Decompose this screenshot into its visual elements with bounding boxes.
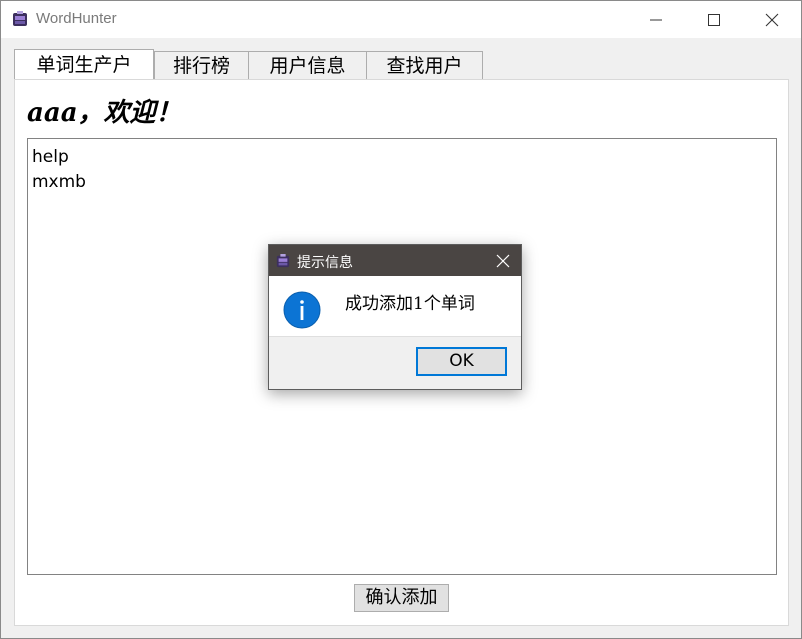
message-dialog: 提示信息 成功添加1个单词 OK: [268, 244, 522, 390]
title-bar[interactable]: WordHunter: [1, 1, 801, 38]
dialog-title-bar[interactable]: 提示信息: [269, 245, 521, 276]
tab-find-user[interactable]: 查找用户: [366, 51, 483, 79]
dialog-close-button[interactable]: [484, 245, 521, 276]
tab-word-producer[interactable]: 单词生产户: [14, 49, 154, 79]
dialog-message: 成功添加1个单词: [345, 294, 475, 314]
confirm-add-button[interactable]: 确认添加: [354, 584, 449, 612]
word-line: help: [32, 147, 69, 167]
close-button[interactable]: [743, 1, 801, 38]
welcome-heading: aaa，欢迎！: [27, 98, 182, 128]
close-icon: [765, 13, 779, 27]
tab-leaderboard[interactable]: 排行榜: [154, 51, 249, 79]
dialog-body: 成功添加1个单词: [269, 276, 521, 336]
window-title: WordHunter: [36, 10, 117, 27]
maximize-button[interactable]: [685, 1, 743, 38]
app-icon: [12, 11, 28, 27]
dialog-title: 提示信息: [297, 255, 353, 271]
ok-button[interactable]: OK: [416, 347, 507, 376]
minimize-button[interactable]: [627, 1, 685, 38]
minimize-icon: [650, 19, 662, 21]
dialog-footer: OK: [269, 336, 521, 389]
app-icon: [276, 253, 290, 268]
info-icon: [283, 291, 321, 329]
close-icon: [496, 254, 510, 268]
maximize-icon: [708, 14, 720, 26]
tab-user-info[interactable]: 用户信息: [248, 51, 367, 79]
word-line: mxmb: [32, 172, 86, 192]
